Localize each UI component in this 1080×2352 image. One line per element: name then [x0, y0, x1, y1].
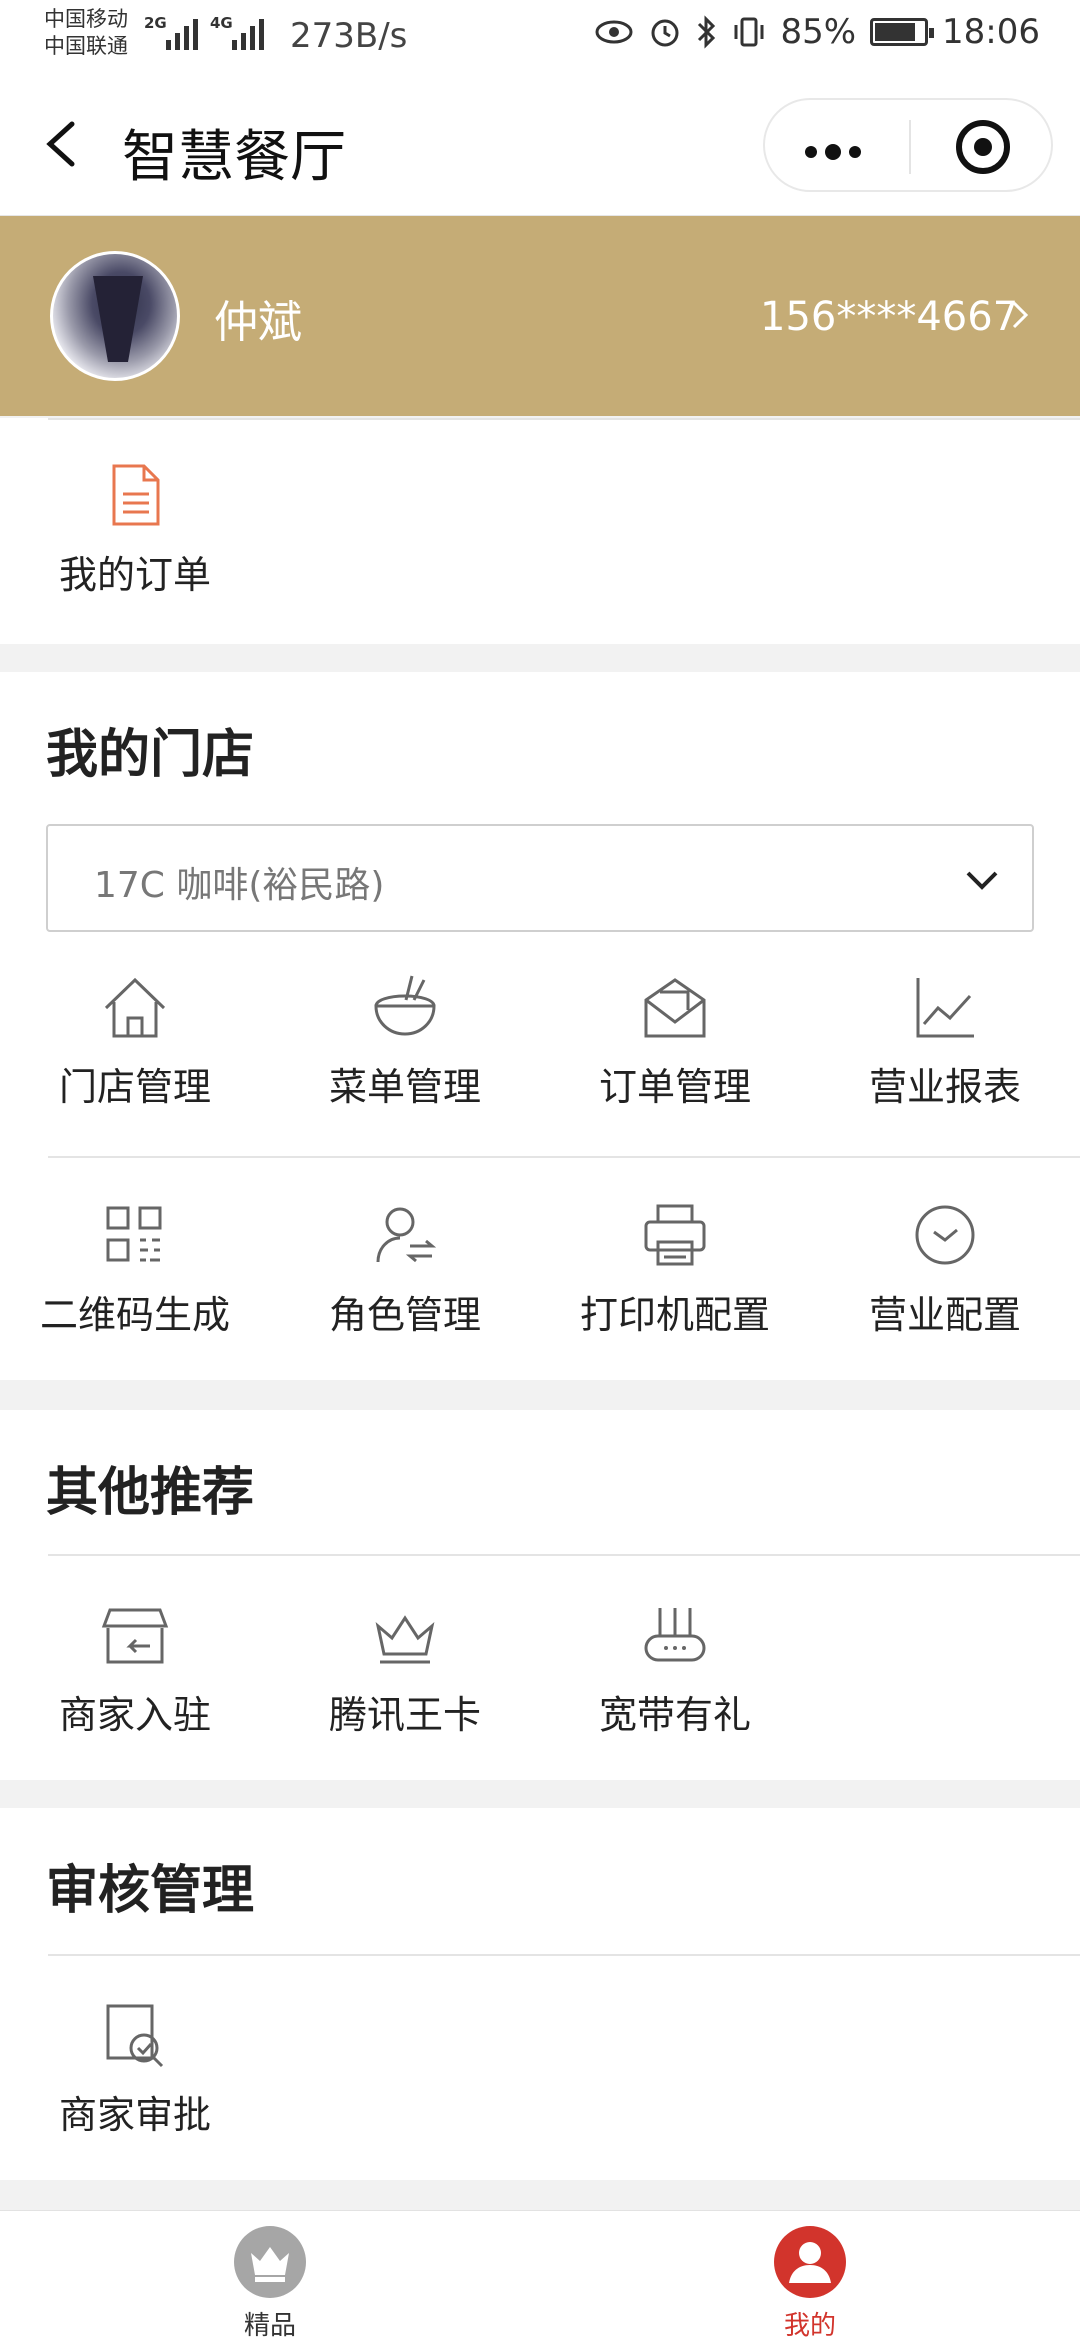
merchant-approval-label: 商家审批 [58, 2093, 211, 2137]
printer-icon [644, 1204, 706, 1266]
user-name: 仲斌 [214, 297, 302, 348]
my-orders-button[interactable]: 我的订单 [0, 460, 270, 599]
document-check-icon [106, 2004, 164, 2068]
battery-percent: 85% [780, 12, 857, 52]
business-config-button[interactable]: 营业配置 [810, 1200, 1080, 1339]
tab-mine[interactable]: 我的 [710, 2225, 910, 2342]
chevron-right-icon [1012, 301, 1029, 329]
page-title: 智慧餐厅 [122, 125, 346, 190]
network-speed: 273B/s [290, 16, 408, 56]
carrier-names: 中国移动 中国联通 [44, 6, 128, 60]
network-type-1: 2G [144, 14, 167, 32]
business-report-label: 营业报表 [868, 1065, 1021, 1109]
tencent-king-card-button[interactable]: 腾讯王卡 [270, 1600, 540, 1739]
printer-config-button[interactable]: 打印机配置 [540, 1200, 810, 1339]
my-store-section: 我的门店 17C 咖啡(裕民路) 门店管理 菜单管理 订单管理 营业报表 二维码… [0, 672, 1080, 1380]
miniprogram-capsule [763, 98, 1053, 192]
qr-code-icon [106, 1206, 162, 1262]
bluetooth-icon [698, 15, 716, 49]
section-title: 其他推荐 [46, 1463, 255, 1523]
alarm-icon [651, 19, 679, 47]
business-config-label: 营业配置 [868, 1293, 1021, 1337]
qr-code-button[interactable]: 二维码生成 [0, 1200, 270, 1339]
nav-bar: 智慧餐厅 [0, 72, 1080, 216]
eye-icon [595, 20, 633, 44]
vibrate-icon [734, 17, 764, 47]
avatar [50, 251, 180, 381]
tencent-king-card-label: 腾讯王卡 [328, 1693, 481, 1737]
profile-header[interactable]: 仲斌 156****4667 [0, 216, 1080, 416]
line-chart-icon [916, 978, 974, 1038]
user-phone: 156****4667 [760, 294, 1019, 340]
battery-icon [870, 18, 935, 46]
crown-icon [375, 1615, 435, 1664]
tab-featured[interactable]: 精品 [170, 2225, 370, 2342]
user-tab-icon [774, 2226, 846, 2298]
merchant-approval-button[interactable]: 商家审批 [0, 2000, 270, 2139]
store-select-value: 17C 咖啡(裕民路) [94, 865, 385, 906]
tab-featured-label: 精品 [243, 2311, 296, 2341]
back-icon[interactable] [36, 108, 96, 180]
role-management-button[interactable]: 角色管理 [270, 1200, 540, 1339]
clock-time: 18:06 [942, 12, 1040, 52]
menu-management-label: 菜单管理 [328, 1065, 481, 1109]
signal-icon-2 [232, 16, 264, 50]
network-type-2: 4G [210, 14, 233, 32]
capsule-divider [909, 120, 911, 174]
others-section: 其他推荐 商家入驻 腾讯王卡 宽带有礼 [0, 1410, 1080, 1780]
order-management-label: 订单管理 [598, 1065, 751, 1109]
business-report-button[interactable]: 营业报表 [810, 972, 1080, 1111]
qr-code-label: 二维码生成 [39, 1293, 230, 1337]
envelope-icon [644, 978, 706, 1038]
divider [48, 1156, 1080, 1158]
divider [48, 418, 1080, 420]
section-title: 我的门店 [46, 725, 255, 785]
section-title: 审核管理 [46, 1861, 255, 1921]
carrier-1: 中国移动 [44, 7, 128, 31]
router-icon [644, 1608, 706, 1662]
home-icon [104, 977, 166, 1038]
status-icons: 85% 18:06 [594, 12, 1040, 52]
divider [48, 1554, 1080, 1556]
menu-management-button[interactable]: 菜单管理 [270, 972, 540, 1111]
merchant-join-button[interactable]: 商家入驻 [0, 1600, 270, 1739]
store-management-label: 门店管理 [58, 1065, 211, 1109]
tab-mine-label: 我的 [783, 2311, 836, 2341]
role-management-label: 角色管理 [328, 1293, 481, 1337]
orders-section: 我的订单 [0, 418, 1080, 644]
my-orders-label: 我的订单 [58, 553, 211, 597]
bowl-icon [374, 975, 436, 1036]
printer-config-label: 打印机配置 [579, 1293, 770, 1337]
close-miniprogram-icon[interactable] [956, 120, 1010, 174]
chevron-down-icon [966, 871, 998, 890]
carrier-2: 中国联通 [44, 34, 128, 58]
broadband-gift-label: 宽带有礼 [598, 1693, 751, 1737]
broadband-gift-button[interactable]: 宽带有礼 [540, 1600, 810, 1739]
order-management-button[interactable]: 订单管理 [540, 972, 810, 1111]
signal-icon-1 [166, 16, 198, 50]
store-select[interactable]: 17C 咖啡(裕民路) [46, 824, 1034, 932]
more-menu-button[interactable] [805, 142, 869, 162]
merchant-join-label: 商家入驻 [58, 1693, 211, 1737]
bottom-tab-bar: 精品 我的 [0, 2210, 1080, 2352]
store-management-button[interactable]: 门店管理 [0, 972, 270, 1111]
review-section: 审核管理 商家审批 [0, 1808, 1080, 2180]
divider [48, 1954, 1080, 1956]
user-switch-icon [376, 1207, 437, 1263]
clock-icon [915, 1205, 975, 1265]
storefront-icon [101, 1608, 169, 1664]
crown-tab-icon [234, 2226, 306, 2298]
order-document-icon [112, 464, 160, 526]
status-bar: 中国移动 中国联通 2G 4G 273B/s 85% 18:06 [0, 0, 1080, 72]
